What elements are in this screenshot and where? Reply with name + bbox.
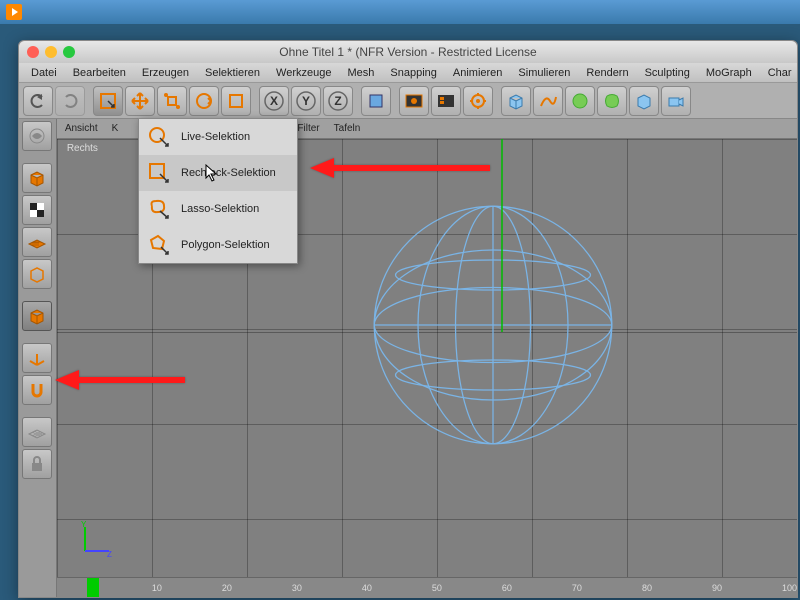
menu-snapping[interactable]: Snapping	[382, 65, 445, 81]
menu-char[interactable]: Char	[760, 65, 800, 81]
window-title: Ohne Titel 1 * (NFR Version - Restricted…	[19, 45, 797, 59]
menu-sculpting[interactable]: Sculpting	[637, 65, 698, 81]
axis-x-button[interactable]: X	[259, 86, 289, 116]
texture-mode-button[interactable]	[22, 195, 52, 225]
selection-tool-popup: Live-Selektion Rechteck-Selektion Lasso-…	[138, 118, 298, 264]
timeline[interactable]: 0 10 20 30 40 50 60 70 80 90 100	[57, 577, 797, 597]
menu-bearbeiten[interactable]: Bearbeiten	[65, 65, 134, 81]
tl-60: 60	[502, 583, 512, 593]
svg-text:Z: Z	[107, 550, 112, 559]
popup-label: Rechteck-Selektion	[181, 167, 276, 179]
make-editable-button[interactable]	[22, 121, 52, 151]
minimize-icon[interactable]	[45, 46, 57, 58]
axis-gizmo: Y Z	[77, 519, 117, 559]
model-mode-button[interactable]	[22, 163, 52, 193]
menu-simulieren[interactable]: Simulieren	[510, 65, 578, 81]
redo-button[interactable]	[55, 86, 85, 116]
render-settings-button[interactable]	[463, 86, 493, 116]
menu-animieren[interactable]: Animieren	[445, 65, 511, 81]
left-toolbar	[19, 119, 57, 597]
timeline-playhead[interactable]	[87, 578, 99, 597]
vp-tab-ansicht[interactable]: Ansicht	[65, 123, 98, 134]
menu-werkzeuge[interactable]: Werkzeuge	[268, 65, 339, 81]
sphere-wireframe[interactable]	[368, 200, 618, 450]
main-toolbar: X Y Z	[19, 83, 797, 119]
close-icon[interactable]	[27, 46, 39, 58]
popup-polygon-selektion[interactable]: Polygon-Selektion	[139, 227, 297, 263]
deformer-button[interactable]	[597, 86, 627, 116]
scale-tool[interactable]	[157, 86, 187, 116]
popup-lasso-selektion[interactable]: Lasso-Selektion	[139, 191, 297, 227]
workplane-mode-button[interactable]	[22, 227, 52, 257]
tl-90: 90	[712, 583, 722, 593]
viewport-label: Rechts	[61, 141, 104, 156]
tl-50: 50	[432, 583, 442, 593]
traffic-lights[interactable]	[27, 46, 75, 58]
outer-titlebar	[0, 0, 800, 24]
lock-button[interactable]	[22, 449, 52, 479]
polygon-mode-button[interactable]	[22, 301, 52, 331]
svg-text:Y: Y	[81, 520, 87, 529]
axis-mode-button[interactable]	[22, 343, 52, 373]
menubar: Datei Bearbeiten Erzeugen Selektieren We…	[19, 63, 797, 83]
circle-select-icon	[147, 125, 171, 149]
move-tool[interactable]	[125, 86, 155, 116]
menu-selektieren[interactable]: Selektieren	[197, 65, 268, 81]
camera-button[interactable]	[661, 86, 691, 116]
snap-button[interactable]	[22, 375, 52, 405]
tl-80: 80	[642, 583, 652, 593]
popup-label: Polygon-Selektion	[181, 239, 270, 251]
lasso-select-icon	[147, 197, 171, 221]
axis-y-button[interactable]: Y	[291, 86, 321, 116]
app-window: Ohne Titel 1 * (NFR Version - Restricted…	[18, 40, 798, 598]
menu-datei[interactable]: Datei	[23, 65, 65, 81]
svg-text:X: X	[270, 94, 278, 108]
play-icon	[6, 4, 22, 20]
menu-mograph[interactable]: MoGraph	[698, 65, 760, 81]
menu-mesh[interactable]: Mesh	[339, 65, 382, 81]
tl-40: 40	[362, 583, 372, 593]
live-select-tool[interactable]	[93, 86, 123, 116]
menu-erzeugen[interactable]: Erzeugen	[134, 65, 197, 81]
annotation-arrow-top	[310, 156, 490, 185]
workplane-button[interactable]	[22, 417, 52, 447]
tl-70: 70	[572, 583, 582, 593]
annotation-arrow-left	[55, 368, 185, 397]
popup-label: Live-Selektion	[181, 131, 250, 143]
render-picture-button[interactable]	[431, 86, 461, 116]
rect-select-icon	[147, 161, 171, 185]
vp-tab-k[interactable]: K	[112, 123, 119, 134]
tl-100: 100	[782, 583, 797, 593]
edge-mode-button[interactable]	[22, 259, 52, 289]
tl-30: 30	[292, 583, 302, 593]
mac-titlebar: Ohne Titel 1 * (NFR Version - Restricted…	[19, 41, 797, 63]
coord-system-button[interactable]	[361, 86, 391, 116]
zoom-icon[interactable]	[63, 46, 75, 58]
poly-select-icon	[147, 233, 171, 257]
svg-text:Y: Y	[302, 94, 310, 108]
spline-button[interactable]	[533, 86, 563, 116]
environment-button[interactable]	[629, 86, 659, 116]
popup-label: Lasso-Selektion	[181, 203, 259, 215]
axis-z-button[interactable]: Z	[323, 86, 353, 116]
menu-rendern[interactable]: Rendern	[578, 65, 636, 81]
vp-tab-filter[interactable]: Filter	[297, 123, 319, 134]
rotate-tool[interactable]	[189, 86, 219, 116]
svg-text:Z: Z	[334, 94, 341, 108]
render-view-button[interactable]	[399, 86, 429, 116]
cursor-icon	[205, 164, 221, 185]
undo-button[interactable]	[23, 86, 53, 116]
tl-20: 20	[222, 583, 232, 593]
y-axis-line	[501, 139, 503, 332]
tl-10: 10	[152, 583, 162, 593]
popup-live-selektion[interactable]: Live-Selektion	[139, 119, 297, 155]
generator-button[interactable]	[565, 86, 595, 116]
primitive-cube-button[interactable]	[501, 86, 531, 116]
lastused-tool[interactable]	[221, 86, 251, 116]
vp-tab-tafeln[interactable]: Tafeln	[334, 123, 361, 134]
